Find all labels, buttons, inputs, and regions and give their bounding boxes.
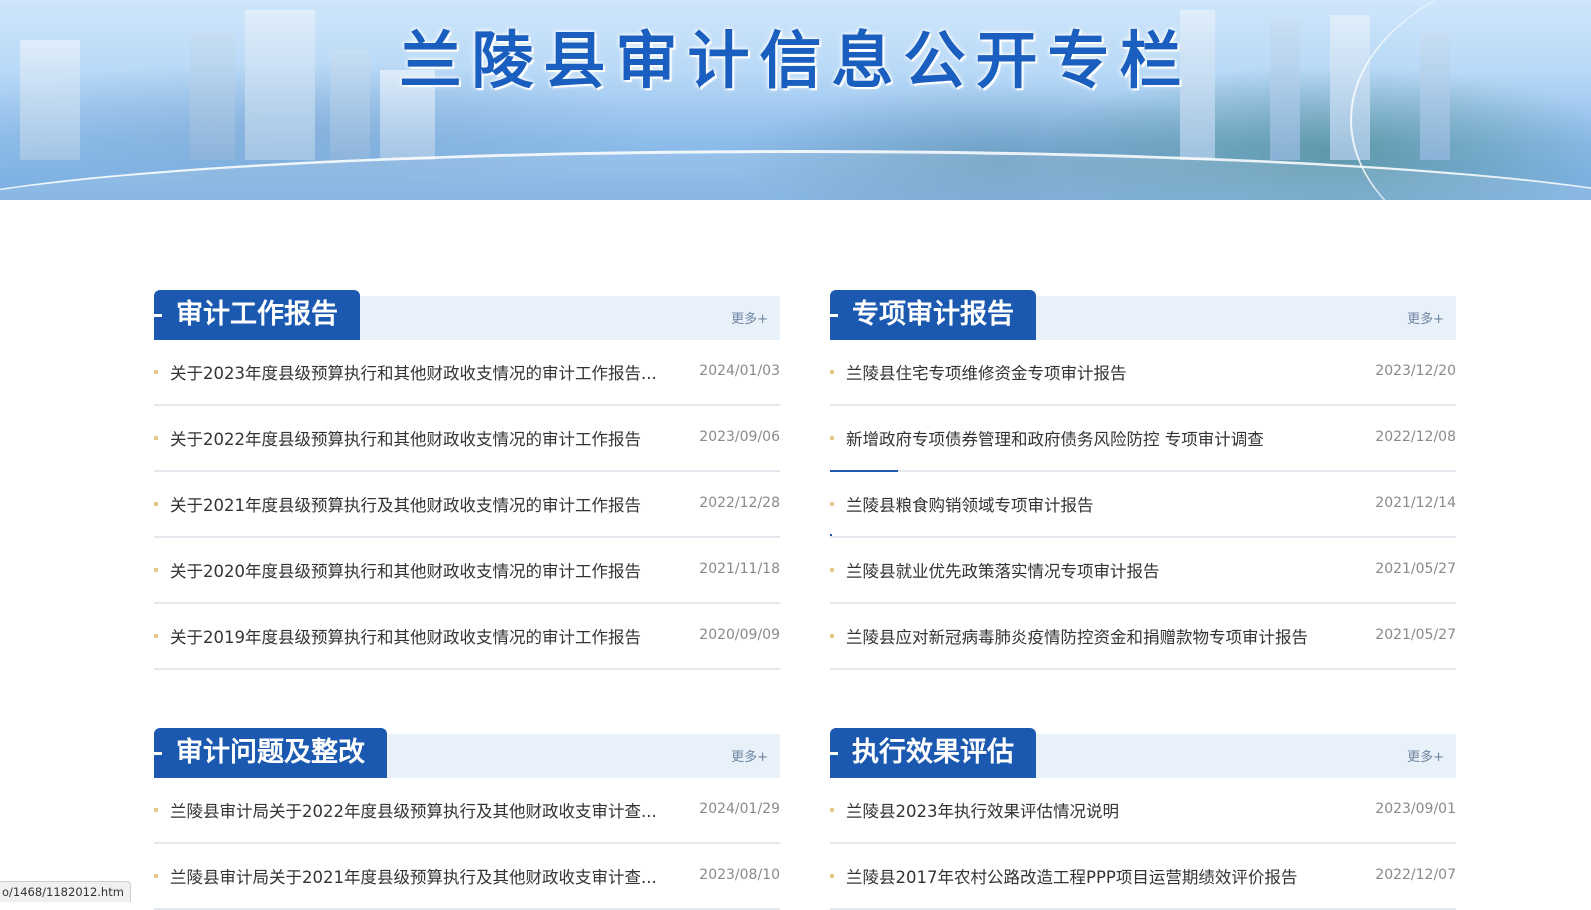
panel-title: 审计问题及整改 — [176, 737, 365, 768]
item-title-link[interactable]: 兰陵县住宅专项维修资金专项审计报告 — [846, 360, 1356, 384]
item-date: 2021/12/14 — [1375, 495, 1456, 511]
page-title: 兰陵县审计信息公开专栏 — [399, 24, 1192, 97]
panel-execution-effect-evaluation: 执行效果评估 更多+ 兰陵县2023年执行效果评估情况说明 2023/09/01 … — [830, 728, 1456, 910]
more-link[interactable]: 更多+ — [731, 308, 768, 327]
panel-header: 审计工作报告 更多+ — [154, 290, 780, 340]
item-date: 2022/12/28 — [699, 495, 780, 511]
item-date: 2023/09/01 — [1375, 801, 1456, 817]
bullet-icon — [830, 808, 834, 812]
item-date: 2021/05/27 — [1375, 561, 1456, 577]
item-title-link[interactable]: 兰陵县2017年农村公路改造工程PPP项目运营期绩效评价报告 — [846, 864, 1356, 888]
bullet-icon — [154, 808, 158, 812]
bullet-icon — [830, 634, 834, 638]
bullet-icon — [154, 436, 158, 440]
item-date: 2023/09/06 — [699, 429, 780, 445]
tab-dash-decoration — [154, 752, 162, 755]
news-list: 关于2023年度县级预算执行和其他财政收支情况的审计工作报告... 2024/01… — [154, 340, 780, 670]
panel-audit-work-report: 审计工作报告 更多+ 关于2023年度县级预算执行和其他财政收支情况的审计工作报… — [154, 290, 780, 670]
list-item[interactable]: 兰陵县住宅专项维修资金专项审计报告 2023/12/20 — [830, 340, 1456, 406]
item-title-link[interactable]: 兰陵县应对新冠病毒肺炎疫情防控资金和捐赠款物专项审计报告 — [846, 624, 1356, 648]
news-list: 兰陵县审计局关于2022年度县级预算执行及其他财政收支审计查... 2024/01… — [154, 778, 780, 910]
list-item[interactable]: 兰陵县2023年执行效果评估情况说明 2023/09/01 — [830, 778, 1456, 844]
bullet-icon — [830, 436, 834, 440]
more-link[interactable]: 更多+ — [1407, 746, 1444, 765]
news-list: 兰陵县住宅专项维修资金专项审计报告 2023/12/20 新增政府专项债券管理和政… — [830, 340, 1456, 670]
panel-title-tab: 执行效果评估 — [830, 728, 1036, 778]
header-banner: 兰陵县审计信息公开专栏 — [0, 0, 1591, 200]
item-title-link[interactable]: 关于2021年度县级预算执行及其他财政收支情况的审计工作报告 — [170, 492, 680, 516]
list-item[interactable]: 关于2023年度县级预算执行和其他财政收支情况的审计工作报告... 2024/01… — [154, 340, 780, 406]
list-item[interactable]: 新增政府专项债券管理和政府债务风险防控 专项审计调查 2022/12/08 — [830, 406, 1456, 472]
panel-audit-issues-rectification: 审计问题及整改 更多+ 兰陵县审计局关于2022年度县级预算执行及其他财政收支审… — [154, 728, 780, 910]
bullet-icon — [830, 370, 834, 374]
bullet-icon — [154, 568, 158, 572]
tab-dash-decoration — [830, 752, 838, 755]
panel-title-tab: 专项审计报告 — [830, 290, 1036, 340]
item-date: 2020/09/09 — [699, 627, 780, 643]
item-date: 2022/12/08 — [1375, 429, 1456, 445]
item-title-link[interactable]: 兰陵县审计局关于2021年度县级预算执行及其他财政收支审计查... — [170, 864, 680, 888]
bullet-icon — [154, 874, 158, 878]
item-title-link[interactable]: 兰陵县审计局关于2022年度县级预算执行及其他财政收支审计查... — [170, 798, 680, 822]
hover-underline — [830, 534, 832, 536]
panel-title-tab: 审计问题及整改 — [154, 728, 387, 778]
item-date: 2024/01/29 — [699, 801, 780, 817]
item-title-link[interactable]: 新增政府专项债券管理和政府债务风险防控 专项审计调查 — [846, 426, 1356, 450]
panel-special-audit-report: 专项审计报告 更多+ 兰陵县住宅专项维修资金专项审计报告 2023/12/20 新… — [830, 290, 1456, 670]
more-link[interactable]: 更多+ — [731, 746, 768, 765]
bullet-icon — [830, 568, 834, 572]
tab-dash-decoration — [830, 314, 838, 317]
list-item[interactable]: 关于2021年度县级预算执行及其他财政收支情况的审计工作报告 2022/12/28 — [154, 472, 780, 538]
item-date: 2022/12/07 — [1375, 867, 1456, 883]
item-date: 2021/05/27 — [1375, 627, 1456, 643]
list-item[interactable]: 关于2019年度县级预算执行和其他财政收支情况的审计工作报告 2020/09/09 — [154, 604, 780, 670]
list-item[interactable]: 兰陵县粮食购销领域专项审计报告 2021/12/14 — [830, 472, 1456, 538]
item-date: 2023/12/20 — [1375, 363, 1456, 379]
item-title-link[interactable]: 关于2020年度县级预算执行和其他财政收支情况的审计工作报告 — [170, 558, 680, 582]
item-title-link[interactable]: 兰陵县粮食购销领域专项审计报告 — [846, 492, 1356, 516]
item-title-link[interactable]: 关于2022年度县级预算执行和其他财政收支情况的审计工作报告 — [170, 426, 680, 450]
list-item[interactable]: 兰陵县就业优先政策落实情况专项审计报告 2021/05/27 — [830, 538, 1456, 604]
bullet-icon — [154, 370, 158, 374]
list-item[interactable]: 关于2020年度县级预算执行和其他财政收支情况的审计工作报告 2021/11/18 — [154, 538, 780, 604]
panel-title: 审计工作报告 — [176, 299, 338, 330]
news-list: 兰陵县2023年执行效果评估情况说明 2023/09/01 兰陵县2017年农村公… — [830, 778, 1456, 910]
bullet-icon — [154, 634, 158, 638]
panel-title: 执行效果评估 — [852, 737, 1014, 768]
item-date: 2021/11/18 — [699, 561, 780, 577]
browser-status-url: o/1468/1182012.htm — [0, 881, 131, 902]
panel-title: 专项审计报告 — [852, 299, 1014, 330]
list-item[interactable]: 兰陵县审计局关于2022年度县级预算执行及其他财政收支审计查... 2024/01… — [154, 778, 780, 844]
list-item[interactable]: 关于2022年度县级预算执行和其他财政收支情况的审计工作报告 2023/09/06 — [154, 406, 780, 472]
tab-dash-decoration — [154, 314, 162, 317]
bullet-icon — [830, 502, 834, 506]
panel-header: 审计问题及整改 更多+ — [154, 728, 780, 778]
bullet-icon — [830, 874, 834, 878]
list-item[interactable]: 兰陵县2017年农村公路改造工程PPP项目运营期绩效评价报告 2022/12/07 — [830, 844, 1456, 910]
item-title-link[interactable]: 关于2019年度县级预算执行和其他财政收支情况的审计工作报告 — [170, 624, 680, 648]
panel-header: 专项审计报告 更多+ — [830, 290, 1456, 340]
item-title-link[interactable]: 兰陵县2023年执行效果评估情况说明 — [846, 798, 1356, 822]
more-link[interactable]: 更多+ — [1407, 308, 1444, 327]
list-item[interactable]: 兰陵县审计局关于2021年度县级预算执行及其他财政收支审计查... 2023/08… — [154, 844, 780, 910]
panel-header: 执行效果评估 更多+ — [830, 728, 1456, 778]
item-title-link[interactable]: 兰陵县就业优先政策落实情况专项审计报告 — [846, 558, 1356, 582]
item-date: 2023/08/10 — [699, 867, 780, 883]
panel-title-tab: 审计工作报告 — [154, 290, 360, 340]
item-date: 2024/01/03 — [699, 363, 780, 379]
item-title-link[interactable]: 关于2023年度县级预算执行和其他财政收支情况的审计工作报告... — [170, 360, 680, 384]
list-item[interactable]: 兰陵县应对新冠病毒肺炎疫情防控资金和捐赠款物专项审计报告 2021/05/27 — [830, 604, 1456, 670]
bullet-icon — [154, 502, 158, 506]
